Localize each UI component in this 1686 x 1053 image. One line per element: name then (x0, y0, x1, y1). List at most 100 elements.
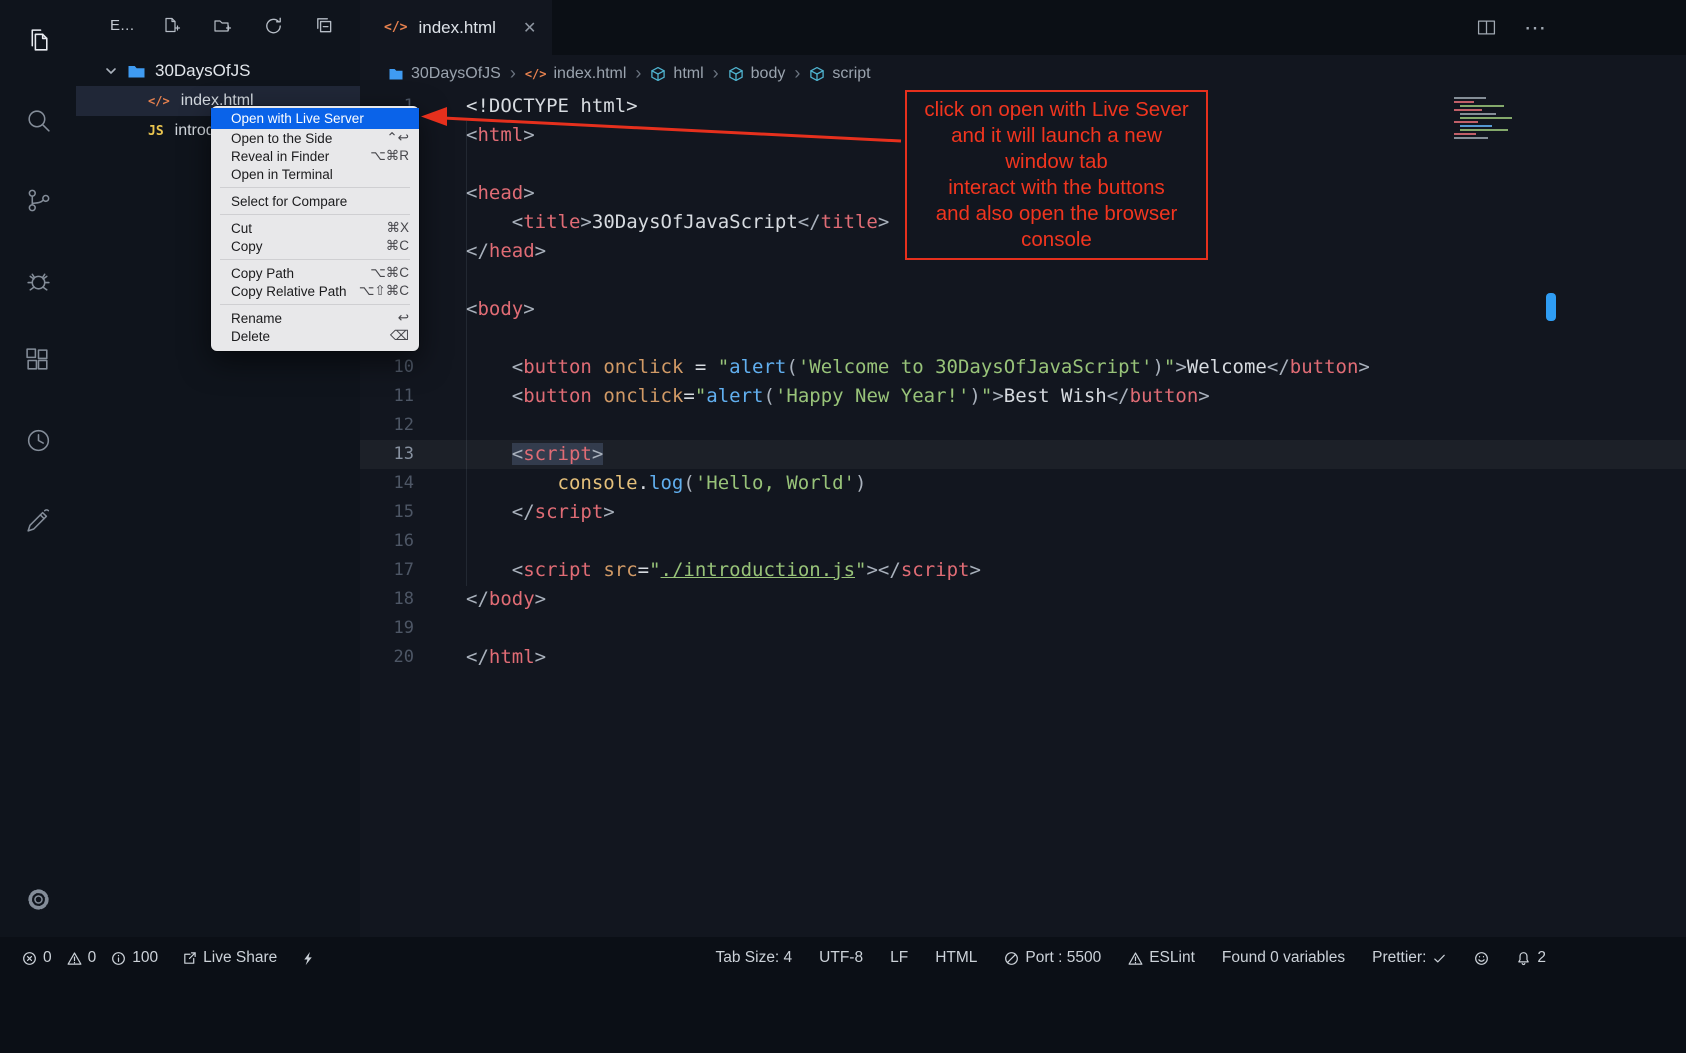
menu-item-shortcut: ⌥⇧⌘C (359, 283, 409, 299)
info-circle-icon (111, 951, 126, 966)
menu-item-open-in-terminal[interactable]: Open in Terminal (211, 165, 419, 183)
status-eslint[interactable]: ESLint (1128, 949, 1195, 967)
line-number[interactable]: 12 (360, 411, 430, 440)
code-line-7[interactable]: 7 (360, 266, 1686, 295)
line-number[interactable]: 18 (360, 585, 430, 614)
code-line-16[interactable]: 16 (360, 527, 1686, 556)
settings-gear-icon[interactable] (22, 883, 54, 915)
explorer-header: E... (76, 0, 360, 50)
more-actions-icon[interactable]: ⋯ (1524, 17, 1546, 39)
run-and-debug-icon[interactable] (22, 264, 54, 296)
code-line-14[interactable]: 14 console.log('Hello, World') (360, 469, 1686, 498)
status-0[interactable]: 0 (67, 949, 97, 967)
pen-icon[interactable] (22, 504, 54, 536)
status-0[interactable]: 0 (22, 949, 52, 967)
symbol-cube-icon (650, 66, 666, 82)
breadcrumb-item-script[interactable]: script (809, 65, 870, 83)
menu-item-select-for-compare[interactable]: Select for Compare (211, 192, 419, 210)
menu-item-copy-relative-path[interactable]: Copy Relative Path⌥⇧⌘C (211, 282, 419, 300)
status-2[interactable]: 2 (1516, 949, 1546, 967)
menu-item-label: Rename (231, 311, 398, 326)
code-text: <button onclick = "alert('Welcome to 30D… (466, 353, 1370, 382)
code-line-13[interactable]: 13 <script> (360, 440, 1686, 469)
breadcrumb-item-index-html[interactable]: </>index.html (525, 65, 627, 83)
breadcrumb-item-body[interactable]: body (728, 65, 786, 83)
breadcrumb-label: body (751, 65, 786, 83)
code-line-11[interactable]: 11 <button onclick="alert('Happy New Yea… (360, 382, 1686, 411)
menu-item-shortcut: ⌥⌘C (370, 265, 409, 281)
status-100[interactable]: 100 (111, 949, 158, 967)
tab-index-html[interactable]: </> index.html ✕ (360, 0, 552, 55)
line-number[interactable]: 11 (360, 382, 430, 411)
line-number[interactable]: 20 (360, 643, 430, 672)
menu-item-rename[interactable]: Rename↩ (211, 309, 419, 327)
code-text: <body> (466, 295, 535, 324)
status-tab-size-4[interactable]: Tab Size: 4 (715, 949, 792, 967)
status-port-5500[interactable]: Port : 5500 (1004, 949, 1101, 967)
folder-icon (388, 66, 404, 82)
line-number[interactable]: 15 (360, 498, 430, 527)
menu-item-delete[interactable]: Delete⌫ (211, 327, 419, 345)
explorer-icon[interactable] (22, 24, 54, 56)
status-label: Live Share (203, 949, 277, 967)
breadcrumb-item-30daysofjs[interactable]: 30DaysOfJS (388, 65, 501, 83)
line-number[interactable]: 14 (360, 469, 430, 498)
menu-item-cut[interactable]: Cut⌘X (211, 219, 419, 237)
status-live-share[interactable]: Live Share (182, 949, 277, 967)
status-found-0-variables[interactable]: Found 0 variables (1222, 949, 1345, 967)
line-number[interactable]: 13 (360, 440, 430, 469)
code-line-10[interactable]: 10 <button onclick = "alert('Welcome to … (360, 353, 1686, 382)
code-text: <script> (466, 440, 603, 469)
breadcrumb-separator: › (794, 63, 800, 84)
status-bar-left: 00 100 Live Share (22, 949, 316, 967)
menu-item-copy-path[interactable]: Copy Path⌥⌘C (211, 264, 419, 282)
line-number[interactable]: 10 (360, 353, 430, 382)
line-number[interactable]: 16 (360, 527, 430, 556)
line-number[interactable]: 17 (360, 556, 430, 585)
minimap[interactable] (1452, 95, 1544, 145)
search-icon[interactable] (22, 104, 54, 136)
code-line-20[interactable]: 20</html> (360, 643, 1686, 672)
folder-icon (127, 63, 146, 80)
status-lightning[interactable] (301, 951, 316, 966)
menu-item-reveal-in-finder[interactable]: Reveal in Finder⌥⌘R (211, 147, 419, 165)
code-text: <head> (466, 179, 535, 208)
status-lf[interactable]: LF (890, 949, 908, 967)
code-line-12[interactable]: 12 (360, 411, 1686, 440)
editor-actions: ⋯ (1477, 0, 1686, 55)
collapse-all-icon[interactable] (315, 16, 334, 35)
code-line-18[interactable]: 18</body> (360, 585, 1686, 614)
status-utf-8[interactable]: UTF-8 (819, 949, 863, 967)
split-editor-icon[interactable] (1477, 18, 1496, 37)
extensions-icon[interactable] (22, 344, 54, 376)
menu-item-shortcut: ⌘X (386, 220, 409, 236)
clock-icon[interactable] (22, 424, 54, 456)
close-tab-icon[interactable]: ✕ (523, 18, 536, 38)
menu-item-copy[interactable]: Copy⌘C (211, 237, 419, 255)
status-html[interactable]: HTML (935, 949, 977, 967)
code-line-15[interactable]: 15 </script> (360, 498, 1686, 527)
status-label: Tab Size: 4 (715, 949, 792, 967)
new-file-icon[interactable] (162, 16, 181, 35)
line-number[interactable]: 19 (360, 614, 430, 643)
html-file-icon: </> (148, 94, 170, 108)
status-label: UTF-8 (819, 949, 863, 967)
status-prettier[interactable]: Prettier: (1372, 949, 1447, 967)
menu-item-open-with-live-server[interactable]: Open with Live Server (211, 108, 419, 129)
code-line-19[interactable]: 19 (360, 614, 1686, 643)
menu-separator (220, 187, 410, 188)
code-line-8[interactable]: 8<body> (360, 295, 1686, 324)
new-folder-icon[interactable] (213, 16, 232, 35)
status-smiley[interactable] (1474, 951, 1489, 966)
folder-row-30daysofjs[interactable]: 30DaysOfJS (76, 56, 360, 86)
breadcrumb-item-html[interactable]: html (650, 65, 703, 83)
code-line-9[interactable]: 9 (360, 324, 1686, 353)
code-text: <title>30DaysOfJavaScript</title> (466, 208, 889, 237)
menu-item-open-to-the-side[interactable]: Open to the Side⌃↩ (211, 129, 419, 147)
code-line-17[interactable]: 17 <script src="./introduction.js"></scr… (360, 556, 1686, 585)
source-control-icon[interactable] (22, 184, 54, 216)
menu-item-shortcut: ⌥⌘R (370, 148, 409, 164)
refresh-icon[interactable] (264, 16, 283, 35)
menu-item-label: Copy Path (231, 266, 370, 281)
tab-bar: </> index.html ✕ ⋯ (360, 0, 1686, 55)
